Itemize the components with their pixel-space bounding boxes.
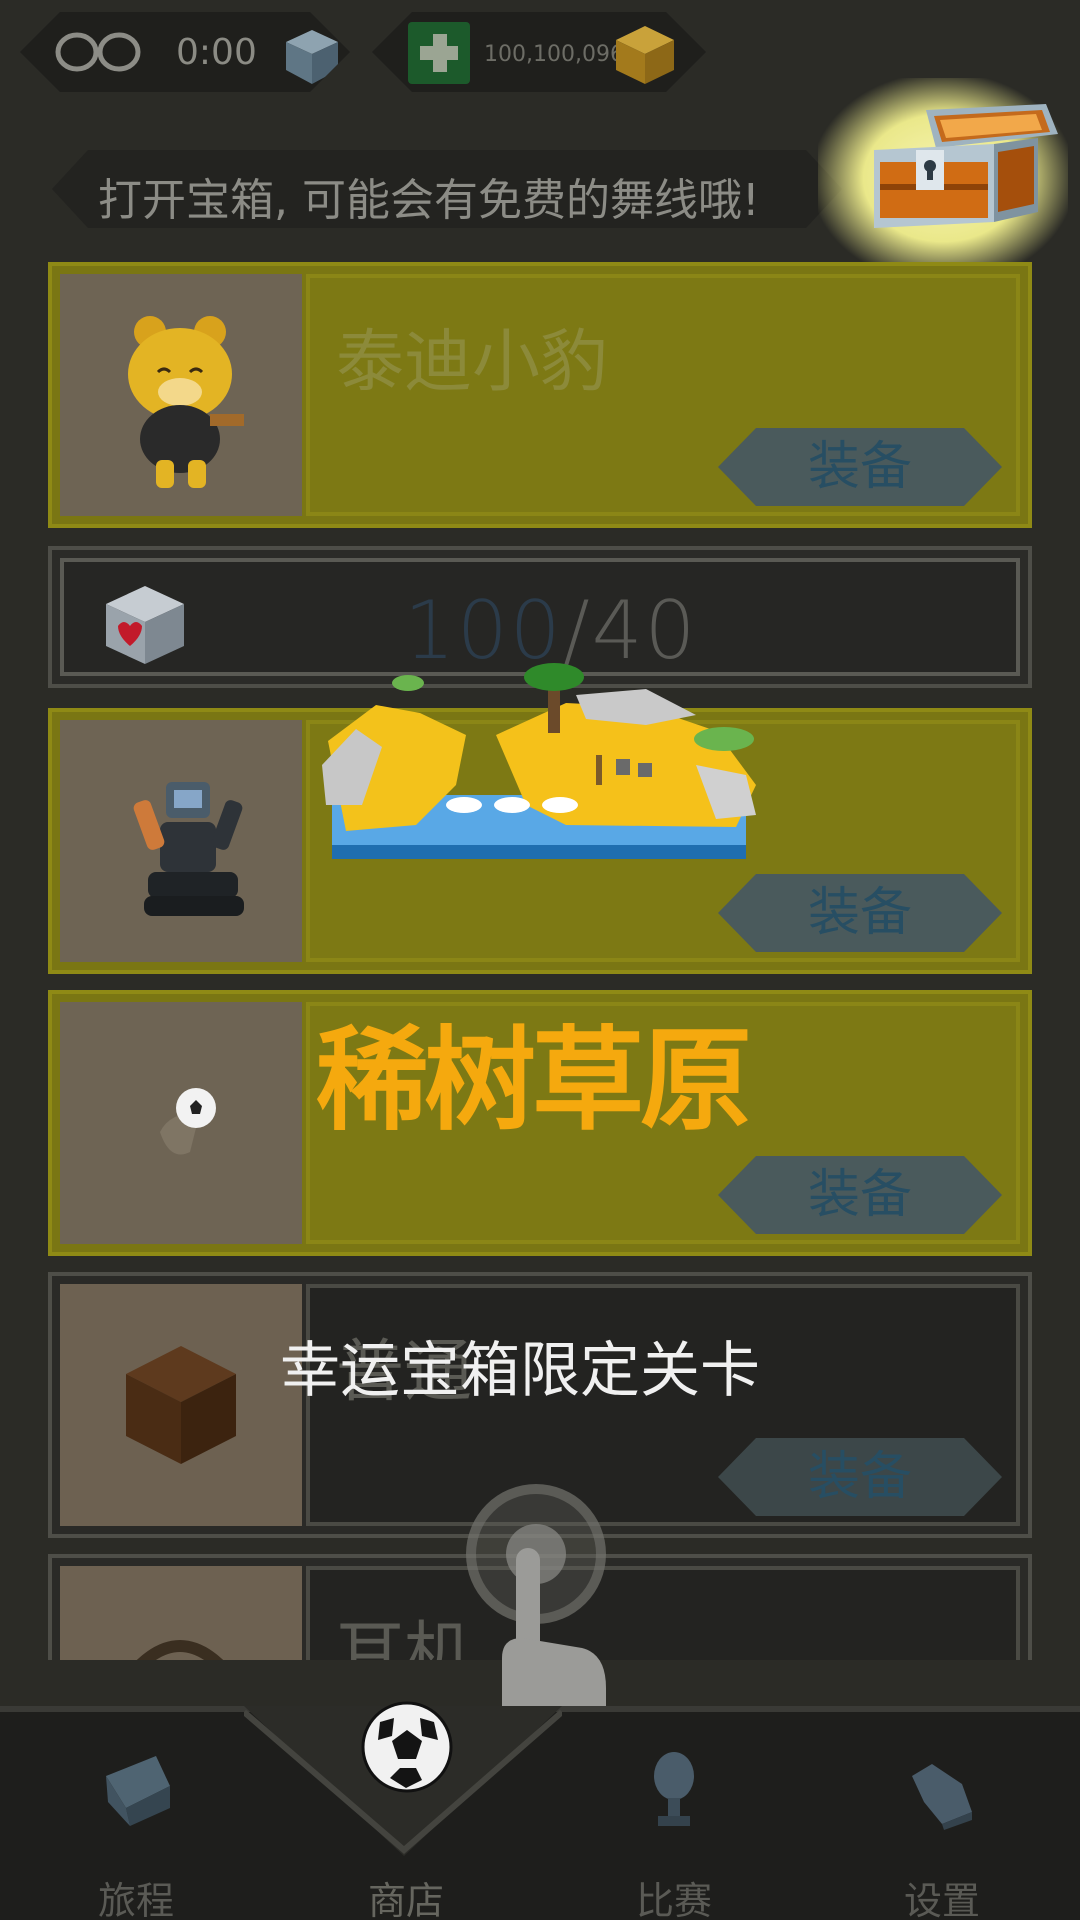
robot-icon <box>133 782 244 916</box>
item-thumbnail <box>60 1566 302 1660</box>
journey-icon <box>106 1756 170 1826</box>
treasure-chest-icon[interactable] <box>866 104 1062 234</box>
equip-button[interactable]: 装备 <box>718 428 1002 506</box>
nav-label: 比赛 <box>635 1879 712 1920</box>
trophy-icon <box>654 1752 694 1826</box>
whistle-icon <box>912 1764 972 1830</box>
level-title: 稀树草原 <box>316 1016 752 1146</box>
nav-label: 旅程 <box>97 1879 174 1920</box>
teddy-leopard-icon <box>128 316 244 488</box>
item-thumbnail <box>60 720 302 962</box>
item-body: 泰迪小豹 装备 <box>306 274 1020 516</box>
item-thumbnail <box>60 1002 302 1244</box>
item-list[interactable]: 泰迪小豹 装备 100/40 装备 装备 普通 装备 耳机 <box>48 262 1032 1660</box>
infinity-icon <box>54 30 144 74</box>
heart-cube-icon <box>106 586 184 664</box>
nav-label: 设置 <box>903 1879 980 1920</box>
nav-label: 商店 <box>367 1879 444 1920</box>
equip-button[interactable]: 装备 <box>718 874 1002 952</box>
coins-text: 100,100,096 <box>484 42 624 67</box>
item-name: 泰迪小豹 <box>336 323 609 402</box>
plus-icon[interactable] <box>408 22 470 84</box>
savanna-island-icon <box>322 663 756 859</box>
nav-item-match[interactable]: 比赛 <box>594 1726 754 1920</box>
hint-banner: 打开宝箱, 可能会有免费的舞线哦! <box>52 150 842 228</box>
item-thumbnail <box>60 274 302 516</box>
soccer-ball-icon <box>361 1701 453 1793</box>
currency-pill: 100,100,096 <box>372 12 706 92</box>
timer-text: 0:00 <box>176 32 257 73</box>
nav-item-settings[interactable]: 设置 <box>862 1726 1022 1920</box>
headphones-icon <box>136 1640 224 1660</box>
lives-timer-pill: 0:00 <box>20 12 350 92</box>
list-item[interactable]: 泰迪小豹 装备 <box>48 262 1032 528</box>
gold-cube-icon <box>612 22 678 88</box>
soccer-ball-icon <box>160 1088 216 1155</box>
hint-text: 打开宝箱, 可能会有免费的舞线哦! <box>98 175 760 226</box>
item-body: 耳机 <box>306 1566 1020 1660</box>
nav-item-journey[interactable]: 旅程 <box>56 1726 216 1920</box>
item-thumbnail <box>60 1284 302 1526</box>
brown-cube-icon <box>126 1346 236 1464</box>
item-name: 耳机 <box>336 1615 473 1660</box>
level-subtitle: 幸运宝箱限定关卡 <box>280 1336 760 1406</box>
blue-cube-icon <box>282 26 342 86</box>
equip-button[interactable]: 装备 <box>718 1156 1002 1234</box>
equip-button[interactable]: 装备 <box>718 1438 1002 1516</box>
